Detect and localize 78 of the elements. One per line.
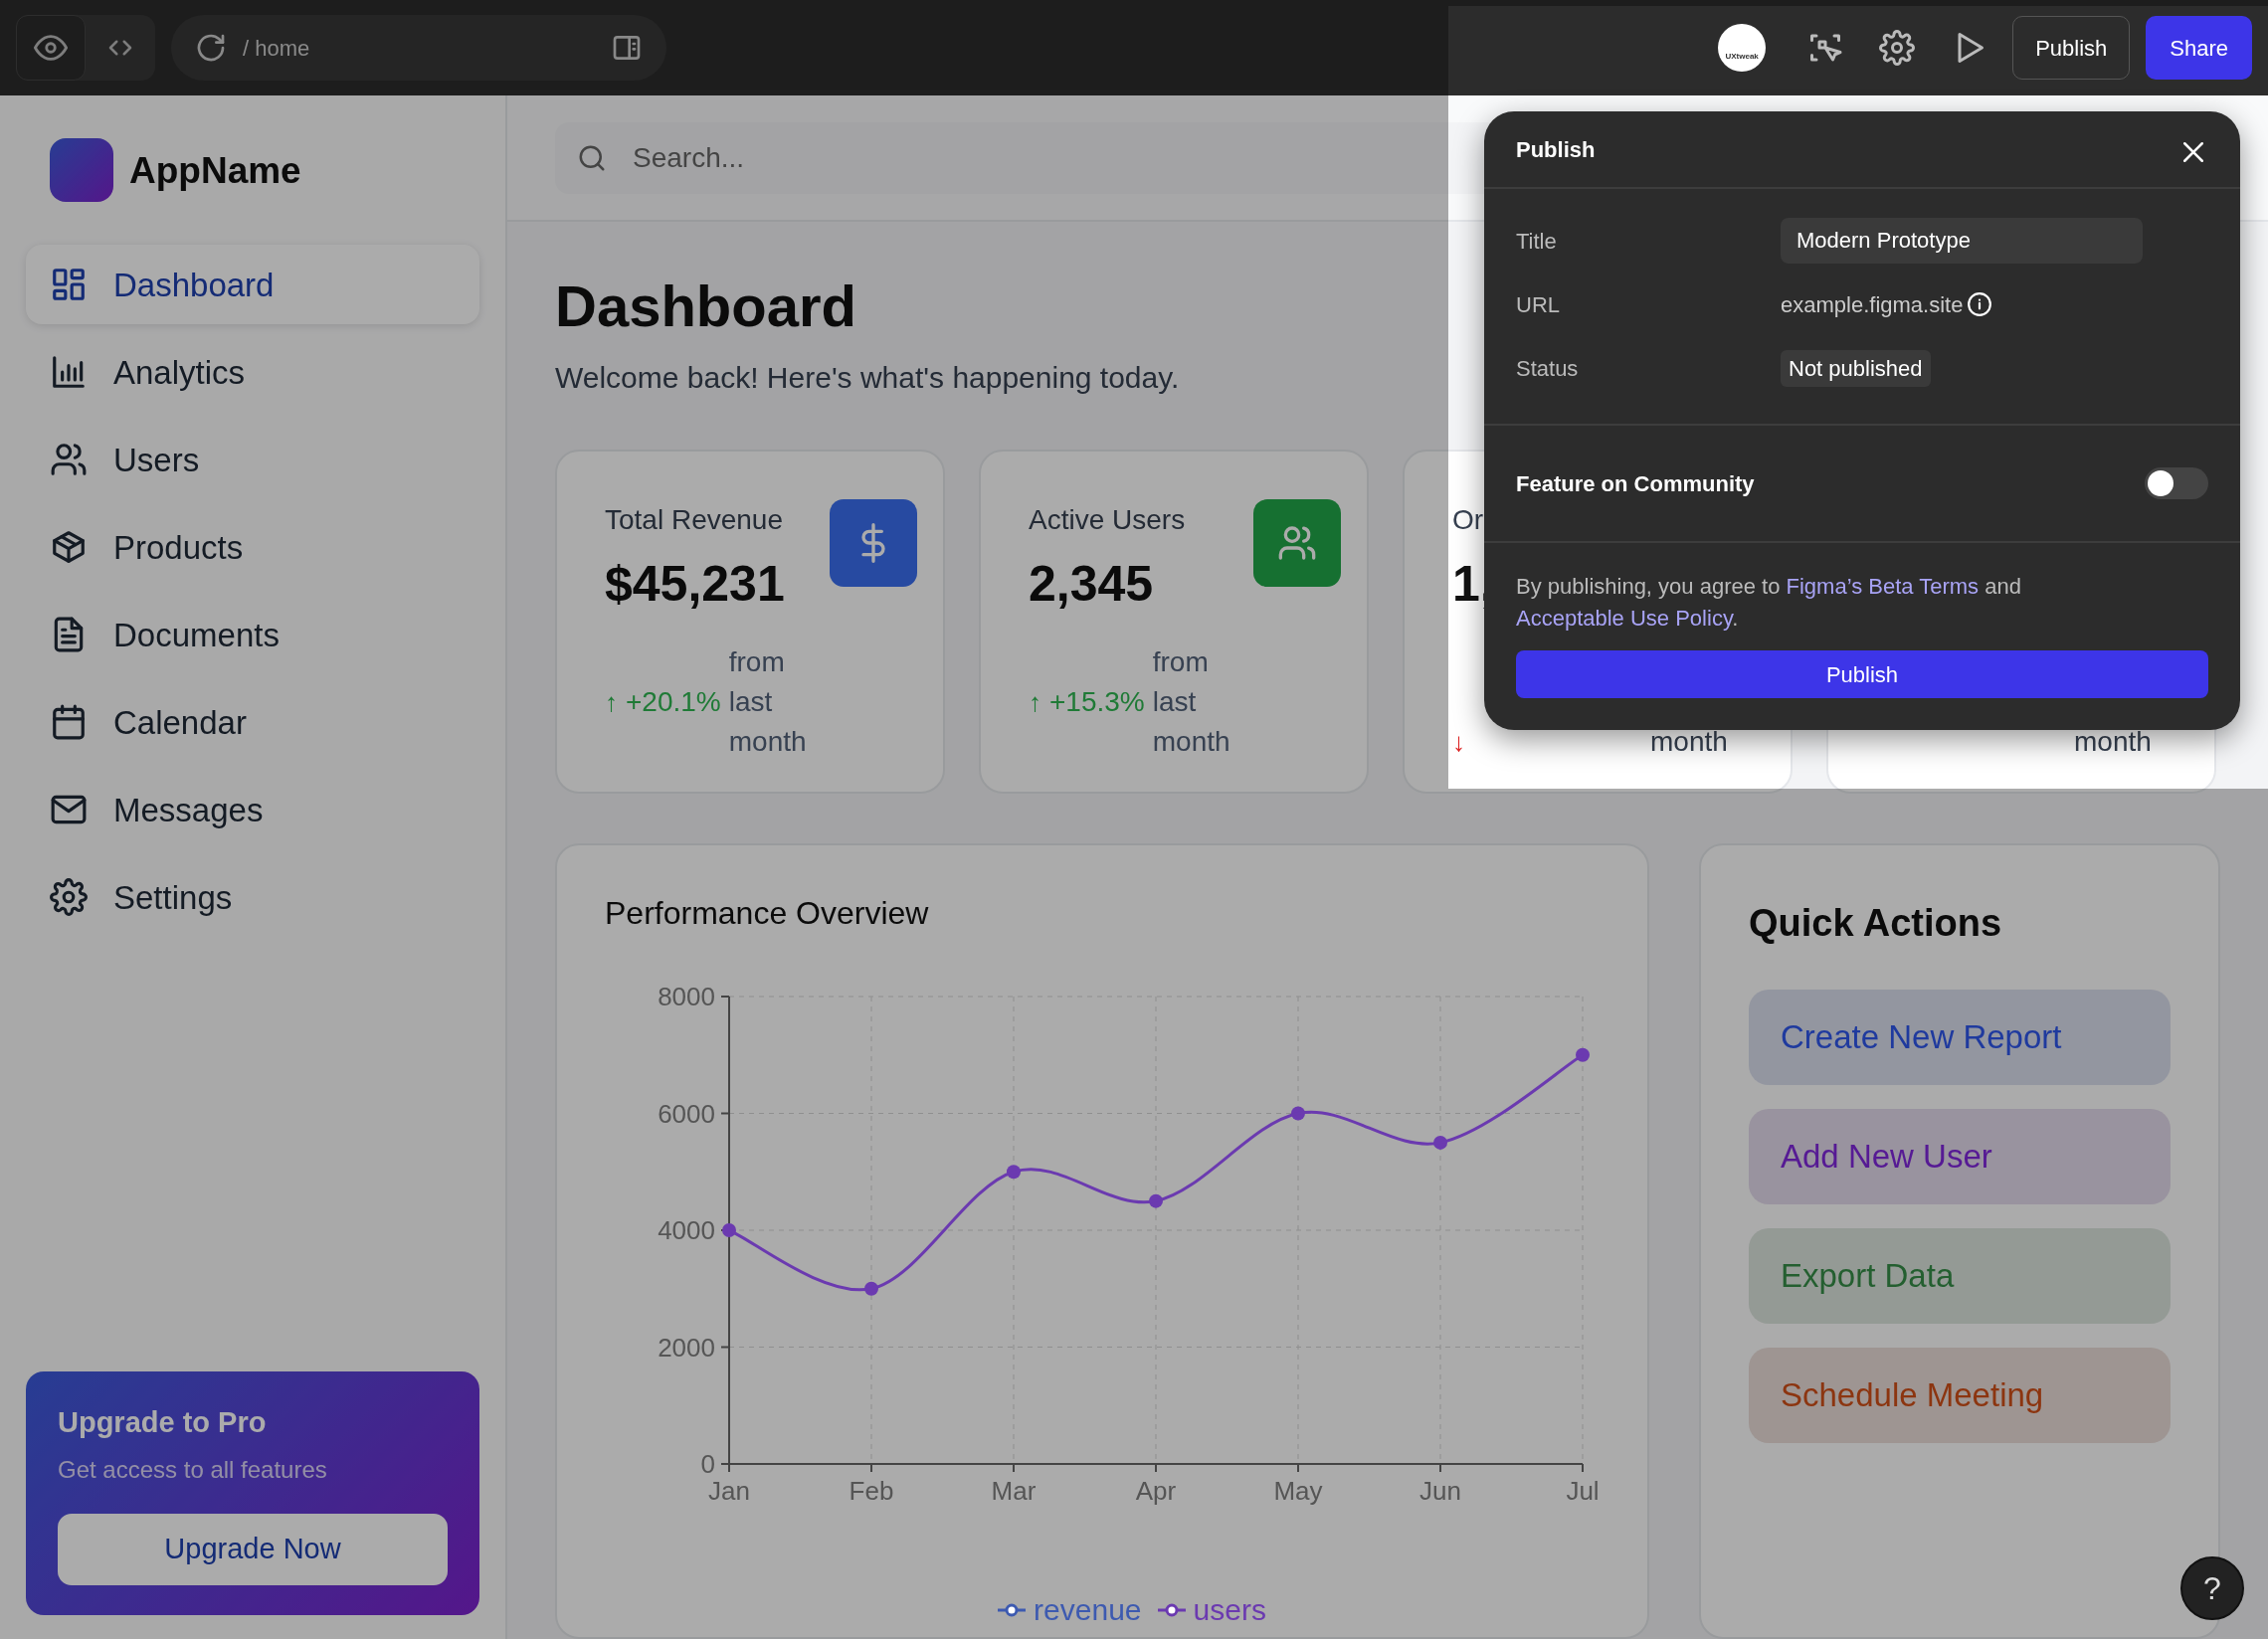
x-axis-label: Jan <box>708 1476 750 1506</box>
x-axis-label: Apr <box>1135 1476 1177 1506</box>
data-point <box>1149 1193 1163 1208</box>
calendar-icon <box>50 703 88 742</box>
stat-value: $45,231 <box>605 555 786 614</box>
x-axis-label: Jul <box>1566 1476 1600 1506</box>
x-axis-label: Mar <box>991 1476 1037 1506</box>
page-path: / home <box>243 34 311 63</box>
y-axis-label: 4000 <box>658 1215 715 1245</box>
toolbar-action-button[interactable]: Publish <box>2012 16 2131 81</box>
sidebar-item[interactable]: Products <box>26 507 479 588</box>
stat-note: from last month <box>728 645 808 759</box>
y-axis-label: 8000 <box>658 982 715 1011</box>
y-axis-label: 6000 <box>658 1098 715 1129</box>
data-point <box>1291 1106 1305 1121</box>
field-label: Status <box>1516 354 1580 383</box>
stat-title: Total Revenue <box>605 503 784 537</box>
trend-arrow: ↓ <box>1452 725 1465 759</box>
stat-note: month <box>2074 725 2153 759</box>
upgrade-button[interactable]: Upgrade Now <box>58 1514 448 1585</box>
x-axis-label: Feb <box>849 1476 894 1506</box>
sidebar-item[interactable]: Settings <box>26 857 479 938</box>
app-logo <box>50 138 113 203</box>
stat-title: Or <box>1452 503 1485 537</box>
stat-note: month <box>1650 725 1729 759</box>
trend-arrow: ↑ <box>605 685 618 719</box>
quick-actions-title: Quick Actions <box>1749 901 2003 946</box>
field-label: Title <box>1516 227 1558 256</box>
info-icon <box>1967 291 1993 317</box>
data-point <box>1576 1047 1590 1062</box>
stat-title: Active Users <box>1029 503 1187 537</box>
url-text: example.figma.site <box>1781 290 1964 319</box>
upgrade-title: Upgrade to Pro <box>58 1404 268 1440</box>
x-axis-label: Jun <box>1419 1476 1461 1506</box>
stat-change: +20.1% <box>626 685 721 719</box>
y-axis-label: 2000 <box>658 1332 715 1363</box>
stat-note: from last month <box>1152 645 1231 759</box>
data-point <box>864 1281 878 1296</box>
title-input[interactable]: Modern Prototype <box>1781 218 2143 264</box>
data-point <box>722 1223 736 1237</box>
data-point <box>1007 1165 1021 1180</box>
y-axis-label: 0 <box>700 1449 715 1479</box>
publish-button[interactable]: Publish <box>1516 650 2208 698</box>
chart-title: Performance Overview <box>605 894 930 933</box>
upgrade-text: Get access to all features <box>58 1455 328 1485</box>
sidebar-item[interactable]: Dashboard <box>26 245 479 325</box>
address-bar[interactable]: / home <box>171 15 666 82</box>
trend-arrow: ↑ <box>1029 685 1041 719</box>
sidebar-item[interactable]: Messages <box>26 770 479 850</box>
settings-icon <box>50 878 88 917</box>
data-point <box>1433 1135 1447 1150</box>
legend-marker-icon <box>1157 1602 1186 1617</box>
settings-icon <box>1879 30 1916 67</box>
feature-toggle[interactable] <box>2145 467 2208 499</box>
sidebar-item[interactable]: Calendar <box>26 682 479 763</box>
legend-marker-icon <box>998 1602 1027 1617</box>
help-button[interactable]: ? <box>2180 1556 2244 1620</box>
terms-link[interactable]: Figma’s Beta Terms <box>1786 574 1980 599</box>
feature-label: Feature on Community <box>1516 469 1755 498</box>
page-title: Dashboard <box>555 273 856 341</box>
app-name: AppName <box>129 148 301 193</box>
terms-text: By publishing, you agree to Figma’s Beta Terms and Acceptable Use Policy. <box>1516 573 2022 633</box>
stat-value: 2,345 <box>1029 555 1155 614</box>
preview-button[interactable] <box>16 15 86 82</box>
quick-action-button[interactable]: Add New User <box>1749 1109 2171 1204</box>
field-label: URL <box>1516 290 1561 319</box>
dialog-title: Publish <box>1516 135 1596 164</box>
toolbar-action-button[interactable]: Share <box>2146 16 2252 81</box>
sidebar-item[interactable]: Users <box>26 420 479 500</box>
tool-logo[interactable]: UXtweak <box>1718 24 1767 73</box>
sidebar-item[interactable]: Documents <box>26 595 479 675</box>
x-axis-label: May <box>1273 1476 1323 1506</box>
page-subtitle: Welcome back! Here's what's happening today. <box>555 360 1180 396</box>
stat-change: +15.3% <box>1049 685 1145 719</box>
sidebar-item[interactable]: Analytics <box>26 332 479 413</box>
status-badge: Not published <box>1781 349 1931 387</box>
policy-link[interactable]: Acceptable Use Policy <box>1516 606 1733 631</box>
users-icon <box>1277 523 1317 563</box>
